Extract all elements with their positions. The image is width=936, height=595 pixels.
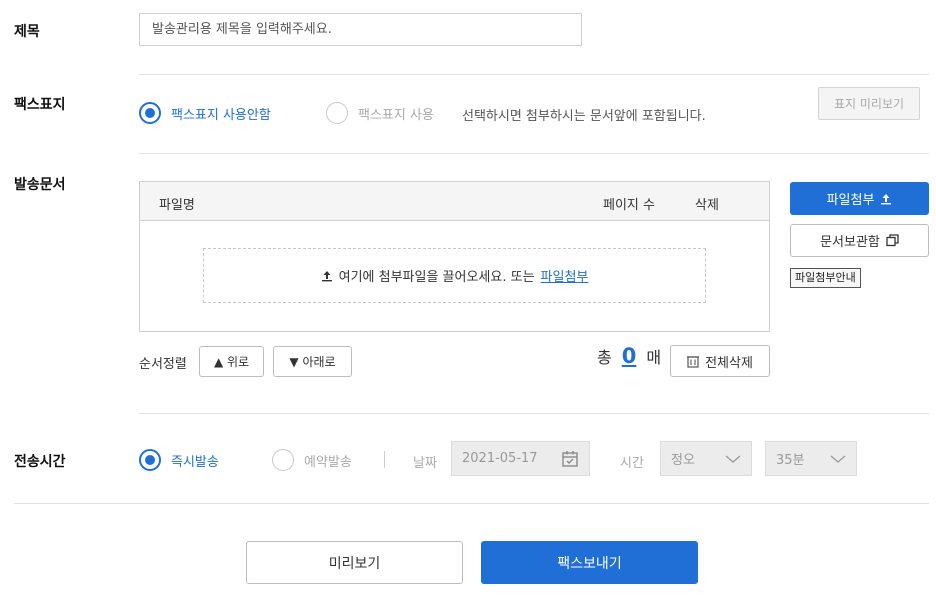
- trash-icon: [687, 355, 700, 368]
- send-scheduled-radio[interactable]: 예약발송: [272, 449, 352, 471]
- documents-label: 발송문서: [14, 177, 66, 193]
- document-storage-button[interactable]: 문서보관함: [790, 224, 929, 257]
- preview-button[interactable]: 미리보기: [246, 541, 463, 584]
- attach-guide-tag[interactable]: 파일첨부안내: [790, 268, 861, 288]
- delete-all-button[interactable]: 전체삭제: [670, 345, 770, 377]
- file-dropzone[interactable]: 여기에 첨부파일을 끌어오세요. 또는 파일첨부: [203, 248, 706, 303]
- count-prefix: 총: [597, 348, 612, 367]
- date-field[interactable]: 2021-05-17: [451, 441, 590, 476]
- separator-bar: [384, 451, 385, 468]
- radio-unselected-icon: [272, 449, 294, 471]
- dropzone-attach-link[interactable]: 파일첨부: [541, 266, 589, 285]
- chevron-down-icon: [725, 455, 741, 463]
- radio-selected-icon: [139, 449, 161, 471]
- divider: [139, 74, 929, 75]
- count-value: 0: [621, 344, 637, 368]
- attach-file-label: 파일첨부: [826, 193, 875, 208]
- column-delete: 삭제: [695, 198, 719, 213]
- fax-cover-none-radio[interactable]: 팩스표지 사용안함: [139, 102, 271, 124]
- calendar-icon: [562, 450, 578, 467]
- chevron-down-icon: [830, 455, 846, 463]
- date-value: 2021-05-17: [462, 451, 538, 466]
- hour-select[interactable]: 정오: [660, 441, 752, 476]
- page-count: 총 0 매: [597, 344, 661, 368]
- fax-cover-none-label: 팩스표지 사용안함: [171, 107, 271, 123]
- send-now-radio[interactable]: 즉시발송: [139, 449, 219, 471]
- radio-unselected-icon: [326, 102, 348, 124]
- send-time-label: 전송시간: [14, 454, 66, 470]
- date-label: 날짜: [413, 456, 437, 471]
- upload-icon: [321, 270, 332, 281]
- hour-value: 정오: [671, 453, 695, 468]
- sort-label: 순서정렬: [139, 357, 187, 372]
- divider: [139, 413, 929, 414]
- fax-cover-label: 팩스표지: [14, 97, 66, 113]
- fax-cover-hint: 선택하시면 첨부하시는 문서앞에 포함됩니다.: [462, 109, 706, 124]
- file-table-header: 파일명 페이지 수 삭제: [140, 182, 769, 221]
- minute-select[interactable]: 35분: [765, 441, 857, 476]
- divider: [139, 153, 929, 154]
- document-storage-label: 문서보관함: [820, 235, 880, 250]
- attach-file-button[interactable]: 파일첨부: [790, 182, 929, 215]
- move-up-button[interactable]: ▲ 위로: [199, 346, 264, 377]
- minute-value: 35분: [776, 453, 805, 468]
- send-now-label: 즉시발송: [171, 454, 219, 470]
- delete-all-label: 전체삭제: [705, 355, 753, 371]
- column-pages: 페이지 수: [603, 198, 655, 213]
- time-label: 시간: [620, 456, 644, 471]
- footer-divider: [14, 503, 929, 504]
- cover-preview-button[interactable]: 표지 미리보기: [818, 87, 920, 120]
- fax-cover-use-radio[interactable]: 팩스표지 사용: [326, 102, 434, 124]
- file-table: 파일명 페이지 수 삭제 여기에 첨부파일을 끌어오세요. 또는 파일첨부: [139, 181, 770, 332]
- fax-cover-use-label: 팩스표지 사용: [358, 107, 434, 123]
- send-fax-button[interactable]: 팩스보내기: [481, 541, 698, 584]
- upload-icon: [881, 193, 892, 204]
- radio-selected-icon: [139, 102, 161, 124]
- copy-icon: [886, 234, 899, 247]
- subject-label: 제목: [14, 24, 40, 40]
- subject-input[interactable]: 발송관리용 제목을 입력해주세요.: [139, 13, 582, 46]
- count-suffix: 매: [646, 348, 662, 367]
- send-scheduled-label: 예약발송: [304, 454, 352, 470]
- column-filename: 파일명: [159, 198, 195, 213]
- dropzone-text: 여기에 첨부파일을 끌어오세요. 또는: [338, 270, 535, 285]
- move-down-button[interactable]: ▼ 아래로: [273, 346, 352, 377]
